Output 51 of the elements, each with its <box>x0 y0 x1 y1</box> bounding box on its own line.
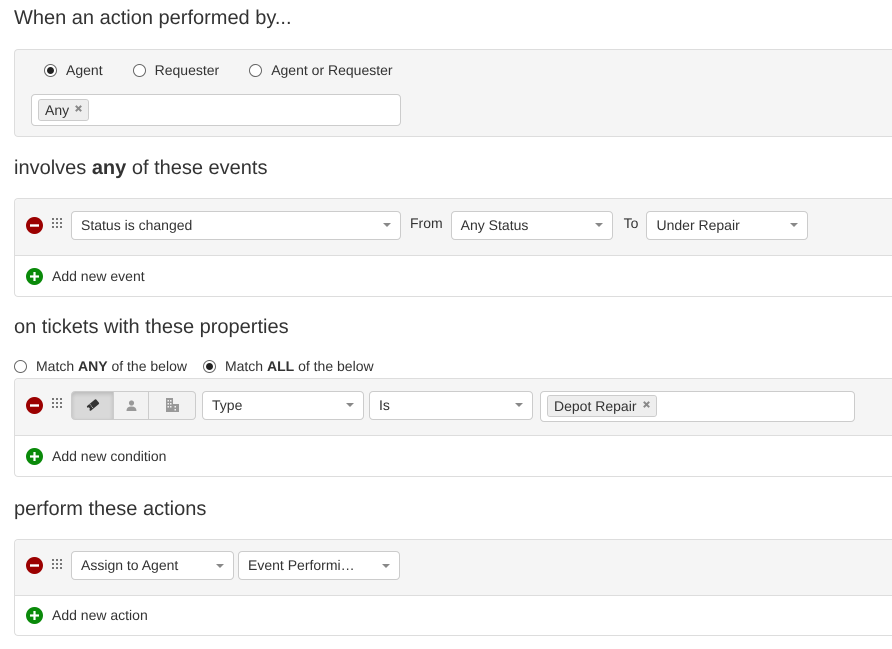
close-icon[interactable] <box>642 400 650 408</box>
field-label: From <box>410 214 443 232</box>
radio-option[interactable]: Agent or Requester <box>249 61 393 79</box>
caret-icon <box>216 564 224 568</box>
dropdown[interactable]: Is <box>369 390 533 420</box>
radio-button[interactable] <box>249 64 262 76</box>
radio-option[interactable]: Match ALL of the below <box>202 357 374 375</box>
dropdown[interactable]: Any Status <box>450 210 613 240</box>
dropdown[interactable]: Event Performi… <box>238 551 400 580</box>
caret-icon <box>382 564 390 568</box>
tag-label: Any <box>45 100 70 120</box>
field-label: To <box>624 214 638 232</box>
drag-handle-icon[interactable] <box>52 558 62 568</box>
radio-option[interactable]: Match ANY of the below <box>14 357 187 375</box>
radio-button[interactable] <box>132 64 146 76</box>
caret-icon <box>383 223 391 227</box>
drag-handle-icon[interactable] <box>52 218 62 228</box>
dropdown[interactable]: Under Repair <box>646 210 808 240</box>
radio-button[interactable] <box>202 360 216 372</box>
person-icon <box>126 400 136 410</box>
section-heading: perform these actions <box>14 497 206 522</box>
tag-input-field[interactable]: Any <box>31 94 401 126</box>
radio-button[interactable] <box>14 360 27 372</box>
radio-option[interactable]: Requester <box>132 61 220 79</box>
radio-option[interactable]: Agent <box>44 61 103 79</box>
add-row-link[interactable]: Add new condition <box>26 446 166 466</box>
section-heading: When an action performed by... <box>14 6 292 31</box>
drag-handle-icon[interactable] <box>52 398 62 408</box>
add-icon[interactable] <box>26 607 43 624</box>
section-heading: on tickets with these properties <box>14 315 289 340</box>
radio-button[interactable] <box>44 64 57 76</box>
caret-icon <box>790 223 798 227</box>
dropdown[interactable]: Type <box>202 390 364 420</box>
add-icon[interactable] <box>26 268 43 284</box>
remove-icon[interactable] <box>26 396 43 414</box>
caret-icon <box>346 403 354 407</box>
caret-icon <box>515 403 523 407</box>
remove-icon[interactable] <box>26 216 43 234</box>
building-icon <box>166 398 178 412</box>
add-row-link[interactable]: Add new event <box>26 266 145 286</box>
tag-label: Depot Repair <box>554 396 636 416</box>
section-heading: involves any of these events <box>14 156 268 181</box>
tag-input-field[interactable]: Depot Repair <box>540 390 855 422</box>
scope-button[interactable] <box>71 390 114 420</box>
close-icon[interactable] <box>75 104 82 112</box>
remove-icon[interactable] <box>26 557 43 574</box>
caret-icon <box>594 223 603 227</box>
dropdown[interactable]: Status is changed <box>71 210 401 240</box>
add-row-link[interactable]: Add new action <box>26 605 148 626</box>
add-icon[interactable] <box>26 448 43 464</box>
dropdown[interactable]: Assign to Agent <box>71 551 234 580</box>
